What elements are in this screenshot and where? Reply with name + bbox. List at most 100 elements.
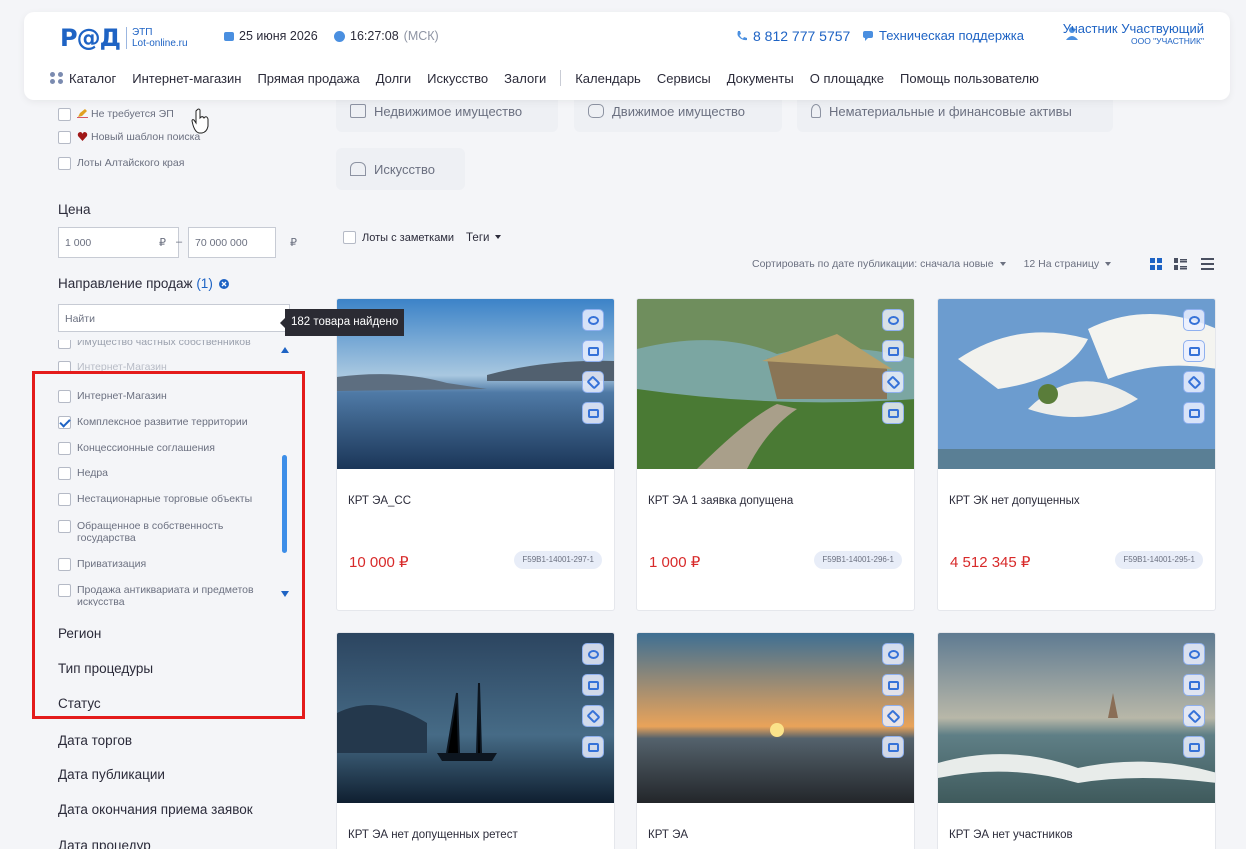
- notes-checkbox[interactable]: [343, 231, 356, 244]
- nav-direct-sale[interactable]: Прямая продажа: [257, 71, 359, 86]
- filter-procedure-date[interactable]: Дата процедур: [58, 838, 151, 849]
- nav-pledges[interactable]: Залоги: [504, 71, 546, 86]
- lot-card[interactable]: КРТ ЭА_СС 10 000 ₽ F59B1-14001-297-1: [336, 298, 615, 611]
- filter-new-template[interactable]: Новый шаблон поиска: [58, 131, 200, 144]
- checkbox[interactable]: [58, 340, 71, 349]
- nav-help[interactable]: Помощь пользователю: [900, 71, 1039, 86]
- checkbox[interactable]: [58, 493, 71, 506]
- checkbox[interactable]: [58, 131, 71, 144]
- nav-about[interactable]: О площадке: [810, 71, 884, 86]
- lot-title[interactable]: КРТ ЭК нет допущенных: [949, 495, 1080, 507]
- layers-icon[interactable]: [1183, 674, 1205, 696]
- list-item[interactable]: Приватизация: [58, 558, 263, 571]
- favorite-icon[interactable]: [1183, 309, 1205, 331]
- clear-filter-icon[interactable]: [218, 279, 229, 290]
- list-item-selected[interactable]: Комплексное развитие территории: [58, 416, 263, 429]
- checkbox[interactable]: [58, 467, 71, 480]
- layers-icon[interactable]: [882, 340, 904, 362]
- note-icon[interactable]: [882, 736, 904, 758]
- lot-card[interactable]: КРТ ЭА нет допущенных ретест: [336, 632, 615, 849]
- list-item[interactable]: Нестационарные торговые объекты: [58, 493, 263, 506]
- favorite-icon[interactable]: [1183, 643, 1205, 665]
- checkbox-checked[interactable]: [58, 416, 71, 429]
- list-view-icon[interactable]: [1201, 258, 1214, 270]
- user-profile[interactable]: Участник Участвующий ООО "УЧАСТНИК": [1063, 21, 1204, 46]
- layers-icon[interactable]: [882, 674, 904, 696]
- scroll-down-icon[interactable]: [281, 591, 289, 597]
- nav-internet-shop[interactable]: Интернет-магазин: [132, 71, 241, 86]
- checkbox[interactable]: [58, 558, 71, 571]
- filter-status[interactable]: Статус: [58, 696, 101, 711]
- checkbox[interactable]: [58, 584, 71, 597]
- lot-card[interactable]: КРТ ЭК нет допущенных 4 512 345 ₽ F59B1-…: [937, 298, 1216, 611]
- note-icon[interactable]: [582, 402, 604, 424]
- direction-title[interactable]: Направление продаж (1): [58, 276, 229, 291]
- tag-icon[interactable]: [882, 705, 904, 727]
- list-item[interactable]: Обращенное в собственность государства: [58, 520, 263, 544]
- favorite-icon[interactable]: [882, 643, 904, 665]
- site-logo[interactable]: Р@Д ЭТП Lot-online.ru: [60, 24, 188, 52]
- lot-title[interactable]: КРТ ЭА_СС: [348, 495, 411, 507]
- lot-title[interactable]: КРТ ЭА 1 заявка допущена: [648, 495, 793, 507]
- favorite-icon[interactable]: [582, 643, 604, 665]
- per-page-dropdown[interactable]: 12 На страницу: [1024, 258, 1112, 270]
- tag-icon[interactable]: [882, 371, 904, 393]
- lot-card[interactable]: КРТ ЭА: [636, 632, 915, 849]
- layers-icon[interactable]: [1183, 340, 1205, 362]
- note-icon[interactable]: [1183, 402, 1205, 424]
- category-art[interactable]: Искусство: [336, 148, 465, 190]
- list-item[interactable]: Концессионные соглашения: [58, 442, 263, 455]
- nav-calendar[interactable]: Календарь: [575, 71, 641, 86]
- note-icon[interactable]: [582, 736, 604, 758]
- list-item[interactable]: Интернет-Магазин: [58, 361, 263, 374]
- lot-title[interactable]: КРТ ЭА нет участников: [949, 829, 1073, 841]
- scrollbar-thumb[interactable]: [282, 455, 287, 553]
- nav-catalog[interactable]: Каталог: [69, 71, 116, 86]
- filter-procedure-type[interactable]: Тип процедуры: [58, 661, 153, 676]
- tag-icon[interactable]: [1183, 705, 1205, 727]
- list-item[interactable]: Продажа антиквариата и предметов искусст…: [58, 584, 263, 606]
- checkbox[interactable]: [58, 442, 71, 455]
- nav-art[interactable]: Искусство: [427, 71, 488, 86]
- layers-icon[interactable]: [582, 674, 604, 696]
- filter-no-signature[interactable]: Не требуется ЭП: [58, 108, 174, 121]
- phone-link[interactable]: 8 812 777 5757: [736, 28, 850, 44]
- filter-region[interactable]: Регион: [58, 626, 101, 641]
- support-link[interactable]: Техническая поддержка: [862, 28, 1024, 43]
- tag-icon[interactable]: [1183, 371, 1205, 393]
- filter-trade-date[interactable]: Дата торгов: [58, 733, 132, 748]
- checkbox[interactable]: [58, 108, 71, 121]
- lot-title[interactable]: КРТ ЭА: [648, 829, 688, 841]
- checkbox[interactable]: [58, 157, 71, 170]
- direction-search-input[interactable]: Найти: [58, 304, 290, 332]
- checkbox[interactable]: [58, 390, 71, 403]
- tags-dropdown[interactable]: Теги: [466, 232, 502, 244]
- tag-icon[interactable]: [582, 371, 604, 393]
- filter-altai-lots[interactable]: Лоты Алтайского края: [58, 157, 184, 170]
- price-to-input[interactable]: 70 000 000: [188, 227, 276, 258]
- grid-view-icon[interactable]: [1150, 258, 1163, 270]
- list-item[interactable]: Интернет-Магазин: [58, 390, 263, 403]
- filter-publish-date[interactable]: Дата публикации: [58, 767, 165, 782]
- checkbox[interactable]: [58, 361, 71, 374]
- favorite-icon[interactable]: [882, 309, 904, 331]
- nav-documents[interactable]: Документы: [727, 71, 794, 86]
- lot-title[interactable]: КРТ ЭА нет допущенных ретест: [348, 829, 518, 841]
- list-item[interactable]: Имущество частных собственников: [58, 340, 263, 349]
- tile-view-icon[interactable]: [1174, 258, 1187, 270]
- nav-services[interactable]: Сервисы: [657, 71, 711, 86]
- note-icon[interactable]: [1183, 736, 1205, 758]
- favorite-icon[interactable]: [582, 309, 604, 331]
- layers-icon[interactable]: [582, 340, 604, 362]
- lot-card[interactable]: КРТ ЭА 1 заявка допущена 1 000 ₽ F59B1-1…: [636, 298, 915, 611]
- note-icon[interactable]: [882, 402, 904, 424]
- sort-dropdown[interactable]: Сортировать по дате публикации: сначала …: [752, 258, 1006, 270]
- scroll-up-icon[interactable]: [281, 347, 289, 353]
- tag-icon[interactable]: [582, 705, 604, 727]
- filter-application-end-date[interactable]: Дата окончания приема заявок: [58, 802, 253, 817]
- nav-debts[interactable]: Долги: [376, 71, 411, 86]
- checkbox[interactable]: [58, 520, 71, 533]
- list-item-label: Комплексное развитие территории: [77, 416, 248, 428]
- lot-card[interactable]: КРТ ЭА нет участников: [937, 632, 1216, 849]
- list-item[interactable]: Недра: [58, 467, 263, 480]
